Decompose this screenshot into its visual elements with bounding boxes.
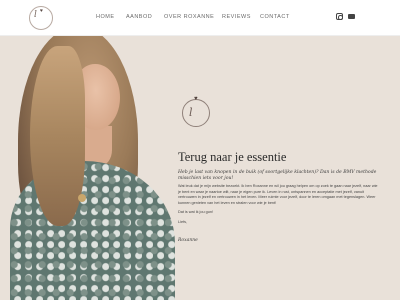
site-header: ♥ l HOME AANBOD OVER ROXANNE REVIEWS CON… bbox=[0, 0, 400, 36]
nav-home[interactable]: HOME bbox=[96, 14, 115, 20]
hero-tagline: Heb je last van knopen in de buik (of so… bbox=[178, 170, 377, 181]
nav-reviews[interactable]: REVIEWS bbox=[222, 14, 251, 20]
hero-title: Terug naar je essentie bbox=[178, 150, 287, 164]
mail-icon[interactable] bbox=[348, 14, 355, 19]
badge-logo: ♥ l bbox=[182, 96, 210, 127]
badge-text: l bbox=[189, 106, 193, 119]
intro-text: Wat leuk dat je mijn website bezoekt. Ik… bbox=[178, 184, 378, 229]
intro-paragraph: Wat leuk dat je mijn website bezoekt. Ik… bbox=[178, 184, 378, 205]
hero-section: ♥ l Terug naar je essentie Heb je last v… bbox=[0, 36, 400, 300]
intro-closing: Dat is wat ik jou gun! bbox=[178, 210, 214, 214]
logo-text: l bbox=[34, 10, 37, 20]
heart-icon: ♥ bbox=[194, 96, 198, 102]
nav-contact[interactable]: CONTACT bbox=[260, 14, 290, 20]
heart-icon: ♥ bbox=[40, 8, 43, 14]
signature: Roxanne bbox=[178, 238, 198, 243]
instagram-icon[interactable] bbox=[336, 13, 343, 20]
nav-over-roxanne[interactable]: OVER ROXANNE bbox=[164, 14, 214, 20]
logo[interactable]: ♥ l bbox=[29, 6, 53, 30]
nav-aanbod[interactable]: AANBOD bbox=[126, 14, 152, 20]
intro-greeting: Liefs, bbox=[178, 219, 188, 224]
portrait-photo bbox=[0, 36, 175, 300]
